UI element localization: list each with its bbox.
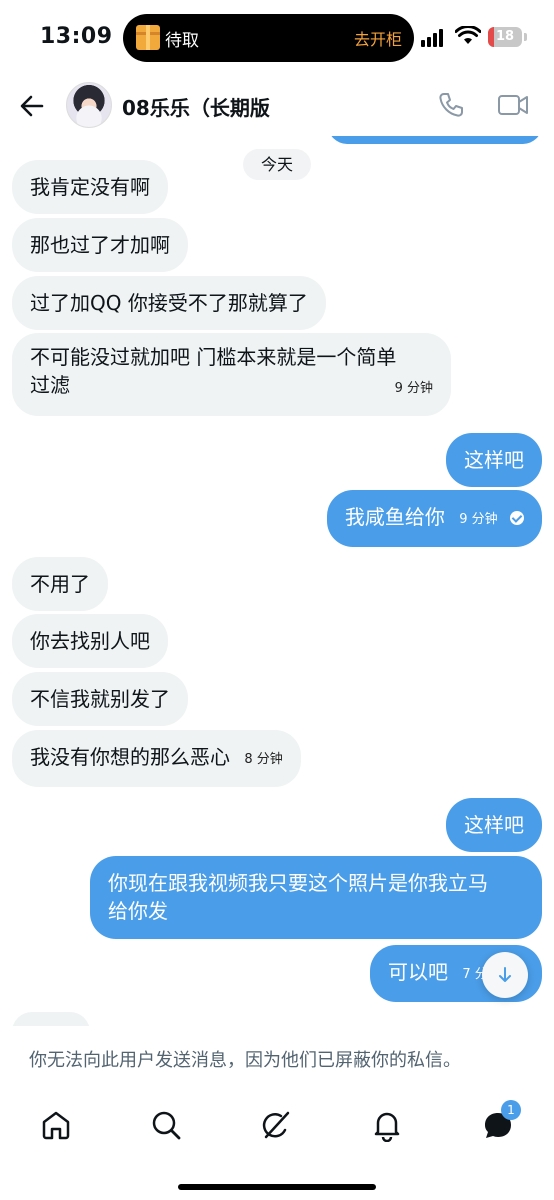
day-separator: 今天: [243, 149, 311, 180]
island-pickup-label: 待取: [165, 31, 199, 51]
phone-icon[interactable]: [436, 90, 466, 124]
blocked-notice: 你无法向此用户发送消息，因为他们已屏蔽你的私信。: [29, 1050, 461, 1071]
message-bubble-partial: [328, 136, 542, 144]
message-text: 我咸鱼给你: [344, 505, 445, 529]
message-timestamp: 9 分钟: [459, 512, 498, 527]
status-bar: 13:09 待取 去开柜 18: [0, 0, 554, 76]
status-time: 13:09: [40, 24, 113, 49]
message-timestamp: 9 分钟: [394, 381, 433, 396]
message-timestamp: 8 分钟: [244, 752, 283, 767]
avatar[interactable]: [66, 82, 112, 128]
arrow-down-icon: [499, 967, 511, 982]
message-text-line: 给你发: [108, 899, 168, 923]
battery-level: 18: [495, 29, 515, 44]
message-bubble-incoming[interactable]: 不可能没过就加吧 门槛本来就是一个简单 过滤 9 分钟: [12, 333, 451, 416]
message-text: 你去找别人吧: [30, 629, 150, 653]
messages-icon[interactable]: 1: [481, 1100, 521, 1142]
home-indicator[interactable]: [178, 1184, 376, 1190]
message-text: 过了加QQ 你接受不了那就算了: [30, 291, 308, 315]
message-bubble-incoming[interactable]: 我没有你想的那么恶心 8 分钟: [12, 730, 301, 787]
message-text: 我肯定没有啊: [30, 175, 150, 199]
bottom-nav: 1: [0, 1096, 554, 1200]
message-bubble-partial: [12, 1012, 90, 1026]
message-text-line: 不可能没过就加吧 门槛本来就是一个简单: [30, 345, 397, 369]
message-bubble-outgoing[interactable]: 我咸鱼给你 9 分钟: [326, 490, 542, 547]
read-check-icon: [510, 511, 524, 525]
back-arrow-icon[interactable]: [18, 92, 46, 120]
message-bubble-outgoing[interactable]: 你现在跟我视频我只要这个照片是你我立马 给你发: [90, 856, 542, 939]
message-text: 那也过了才加啊: [30, 233, 170, 257]
message-bubble-outgoing[interactable]: 这样吧: [446, 433, 542, 487]
message-text: 不用了: [30, 572, 90, 596]
messages-badge: 1: [501, 1100, 521, 1120]
dynamic-island[interactable]: 待取 去开柜: [123, 14, 414, 62]
wifi-icon: [454, 25, 482, 50]
search-icon[interactable]: [149, 1108, 183, 1142]
message-bubble-incoming[interactable]: 你去找别人吧: [12, 614, 168, 668]
notifications-icon[interactable]: [370, 1108, 404, 1142]
grok-icon[interactable]: [259, 1108, 293, 1142]
message-bubble-incoming[interactable]: 那也过了才加啊: [12, 218, 188, 272]
message-bubble-incoming[interactable]: 我肯定没有啊: [12, 160, 168, 214]
blocked-notice-bar: 你无法向此用户发送消息，因为他们已屏蔽你的私信。: [0, 1026, 554, 1096]
package-icon: [136, 25, 160, 50]
message-bubble-incoming[interactable]: 不信我就别发了: [12, 672, 188, 726]
battery-tip: [524, 33, 527, 41]
message-bubble-incoming[interactable]: 过了加QQ 你接受不了那就算了: [12, 276, 326, 330]
home-icon[interactable]: [39, 1108, 73, 1142]
message-text-line: 过滤: [30, 373, 70, 397]
battery-icon: 18: [488, 27, 522, 47]
message-list[interactable]: 今天 我肯定没有啊 那也过了才加啊 过了加QQ 你接受不了那就算了 不可能没过就…: [0, 136, 554, 1026]
message-bubble-incoming[interactable]: 不用了: [12, 557, 108, 611]
signal-icon: [421, 29, 445, 47]
message-bubble-outgoing[interactable]: 这样吧: [446, 798, 542, 852]
video-icon[interactable]: [497, 90, 529, 124]
island-open-locker-label[interactable]: 去开柜: [354, 26, 402, 50]
message-text: 可以吧: [388, 960, 448, 984]
message-text: 我没有你想的那么恶心: [30, 745, 230, 769]
message-text-line: 你现在跟我视频我只要这个照片是你我立马: [108, 871, 488, 895]
message-text: 这样吧: [464, 448, 524, 472]
message-text: 不信我就别发了: [30, 687, 170, 711]
contact-name[interactable]: 08乐乐（长期版: [122, 92, 270, 121]
message-text: 这样吧: [464, 813, 524, 837]
conversation-header: 08乐乐（长期版: [0, 76, 554, 136]
scroll-to-bottom-button[interactable]: [482, 952, 528, 998]
